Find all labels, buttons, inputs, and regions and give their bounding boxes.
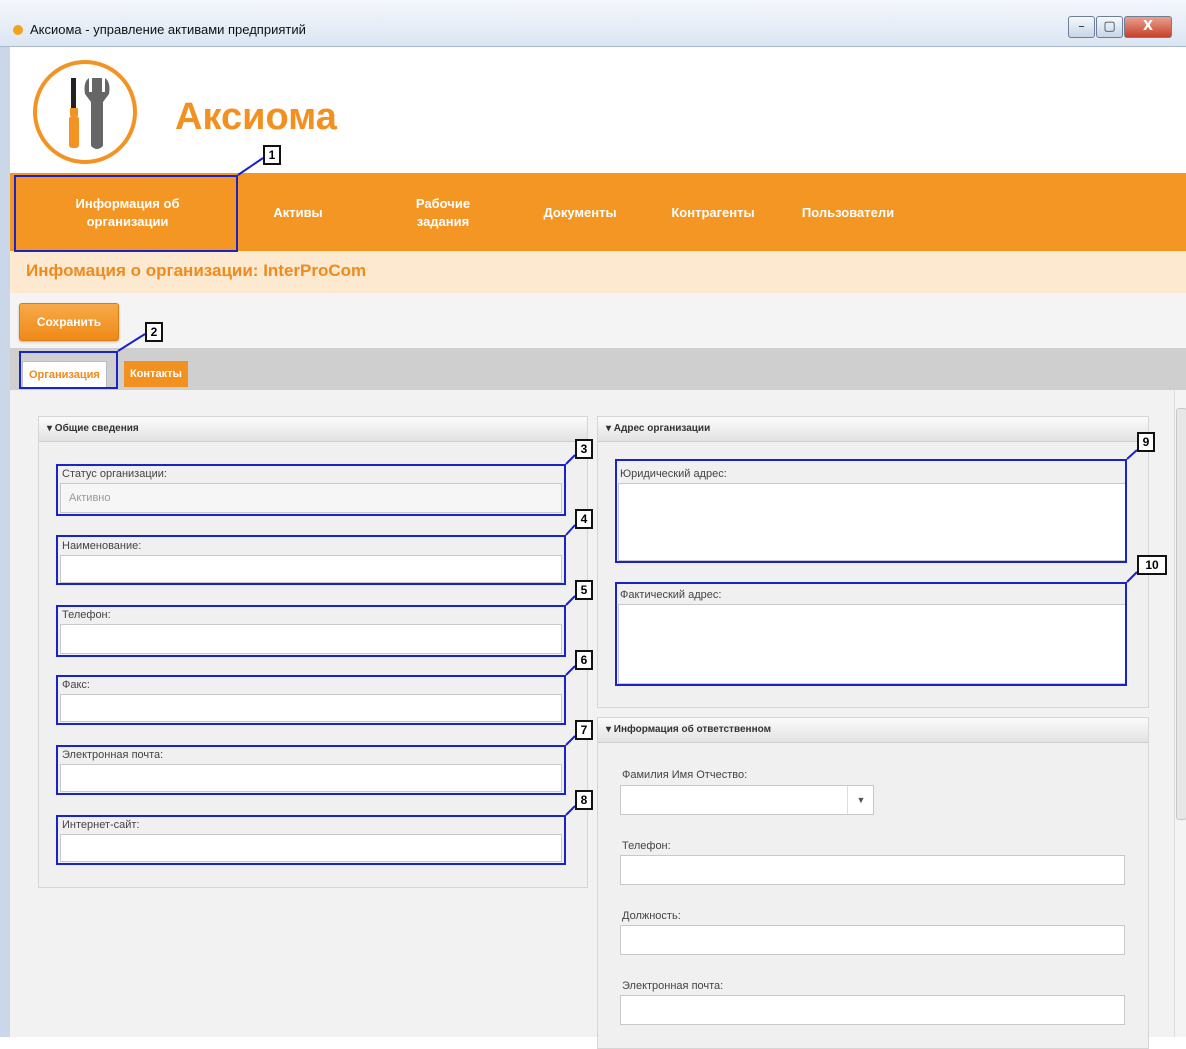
callout-number-1: 1 (263, 145, 281, 165)
callout-number-3: 3 (575, 439, 593, 459)
callout-connectors (117, 157, 1138, 816)
callout-number-6: 6 (575, 650, 593, 670)
callout-number-9: 9 (1137, 432, 1155, 452)
callout-number-8: 8 (575, 790, 593, 810)
callout-number-10: 10 (1137, 555, 1167, 575)
callout-number-4: 4 (575, 509, 593, 529)
callout-number-7: 7 (575, 720, 593, 740)
callout-number-2: 2 (145, 322, 163, 342)
callout-number-5: 5 (575, 580, 593, 600)
